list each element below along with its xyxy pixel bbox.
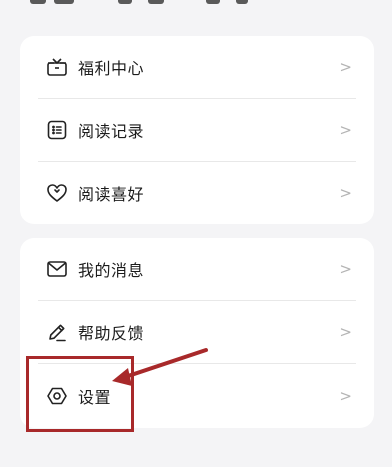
annotation-arrow-icon	[112, 348, 208, 386]
